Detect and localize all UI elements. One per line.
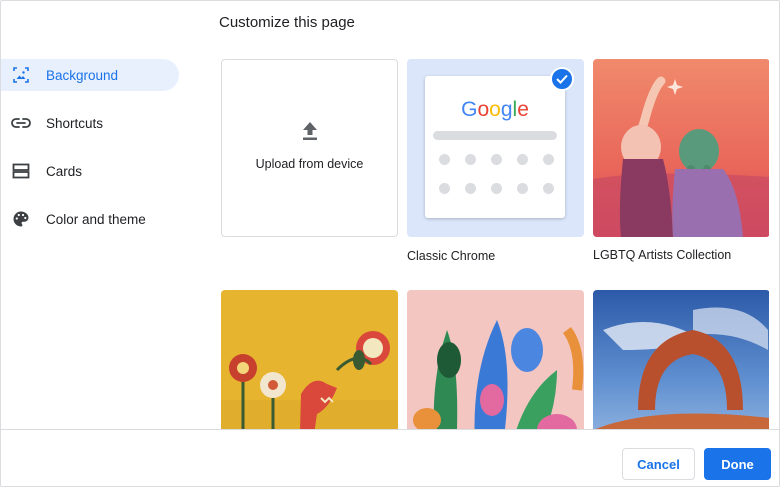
flowers-artwork-image [221,290,398,429]
sidebar-item-label: Color and theme [46,211,146,227]
google-logo: Google [461,98,529,121]
cards-icon [11,161,31,181]
classic-chrome-tile[interactable]: Google [407,59,584,237]
search-bar-preview [433,131,557,140]
classic-chrome-preview: Google [425,76,565,218]
lgbtq-caption: LGBTQ Artists Collection [593,248,732,262]
plants-collection-tile[interactable] [407,290,584,429]
flower [229,354,257,382]
lgbtq-artists-tile[interactable] [593,59,769,237]
customize-dialog: Customize this page Background Shortcuts [0,0,780,487]
background-image-icon [11,65,31,85]
dialog-footer: Cancel Done [1,429,779,486]
done-button[interactable]: Done [704,448,771,480]
link-icon [11,113,31,133]
plants-artwork-image [407,290,584,429]
classic-chrome-caption: Classic Chrome [407,249,496,263]
upload-from-device-tile[interactable]: Upload from device [221,59,398,237]
landscape-collection-tile[interactable] [593,290,769,429]
sidebar-item-shortcuts[interactable]: Shortcuts [1,107,191,139]
landscape-photo-image [593,290,769,429]
sidebar: Background Shortcuts Cards Color and the… [1,59,191,251]
cancel-button[interactable]: Cancel [622,448,695,480]
upload-label: Upload from device [255,157,364,171]
selected-check-icon [550,67,574,91]
lgbtq-artwork-image [593,59,769,237]
dialog-title: Customize this page [219,14,355,31]
sidebar-item-label: Cards [46,163,83,179]
flowers-collection-tile[interactable] [221,290,398,429]
sidebar-item-color-theme[interactable]: Color and theme [1,203,191,235]
sidebar-item-background[interactable]: Background [1,59,179,91]
sidebar-item-label: Background [46,67,119,83]
sidebar-item-label: Shortcuts [46,115,104,131]
palette-icon [11,209,31,229]
upload-icon [299,122,321,146]
background-grid: Upload from device Google LGBTQ Artists … [221,59,769,429]
sidebar-item-cards[interactable]: Cards [1,155,191,187]
